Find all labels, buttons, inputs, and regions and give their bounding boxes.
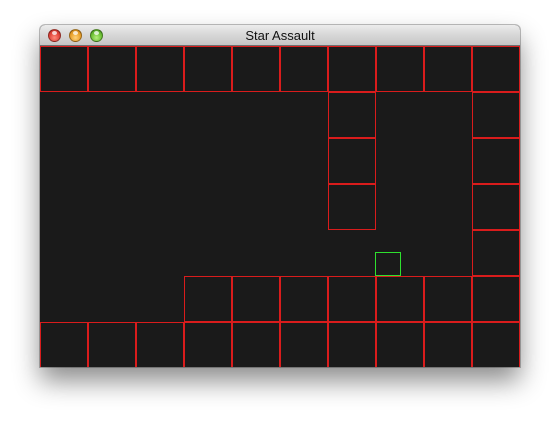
wall-tile (184, 46, 232, 92)
wall-tile (472, 138, 520, 184)
wall-tile (232, 322, 280, 367)
wall-tile (280, 46, 328, 92)
wall-tile (424, 276, 472, 322)
wall-tile (328, 46, 376, 92)
wall-tile (328, 138, 376, 184)
wall-tile (88, 46, 136, 92)
wall-tile (184, 276, 232, 322)
wall-tile (472, 322, 520, 367)
wall-tile (424, 46, 472, 92)
wall-tile (472, 230, 520, 276)
wall-tile (376, 322, 424, 367)
player-ship (375, 252, 401, 276)
wall-tile (424, 322, 472, 367)
title-bar[interactable]: Star Assault (40, 25, 520, 46)
wall-tile (40, 46, 88, 92)
wall-tile (472, 184, 520, 230)
wall-tile (472, 276, 520, 322)
wall-tile (472, 46, 520, 92)
wall-tile (136, 322, 184, 367)
game-canvas[interactable] (40, 46, 520, 367)
game-window: Star Assault (40, 25, 520, 367)
window-title: Star Assault (245, 28, 315, 43)
wall-tile (184, 322, 232, 367)
wall-tile (232, 46, 280, 92)
wall-tile (328, 92, 376, 138)
wall-tile (328, 322, 376, 367)
wall-tile (280, 322, 328, 367)
wall-tile (472, 92, 520, 138)
wall-tile (328, 276, 376, 322)
wall-tile (136, 46, 184, 92)
wall-tile (88, 322, 136, 367)
wall-tile (376, 46, 424, 92)
wall-tile (376, 276, 424, 322)
wall-tile (40, 322, 88, 367)
wall-tile (232, 276, 280, 322)
wall-tile (328, 184, 376, 230)
wall-tile (280, 276, 328, 322)
